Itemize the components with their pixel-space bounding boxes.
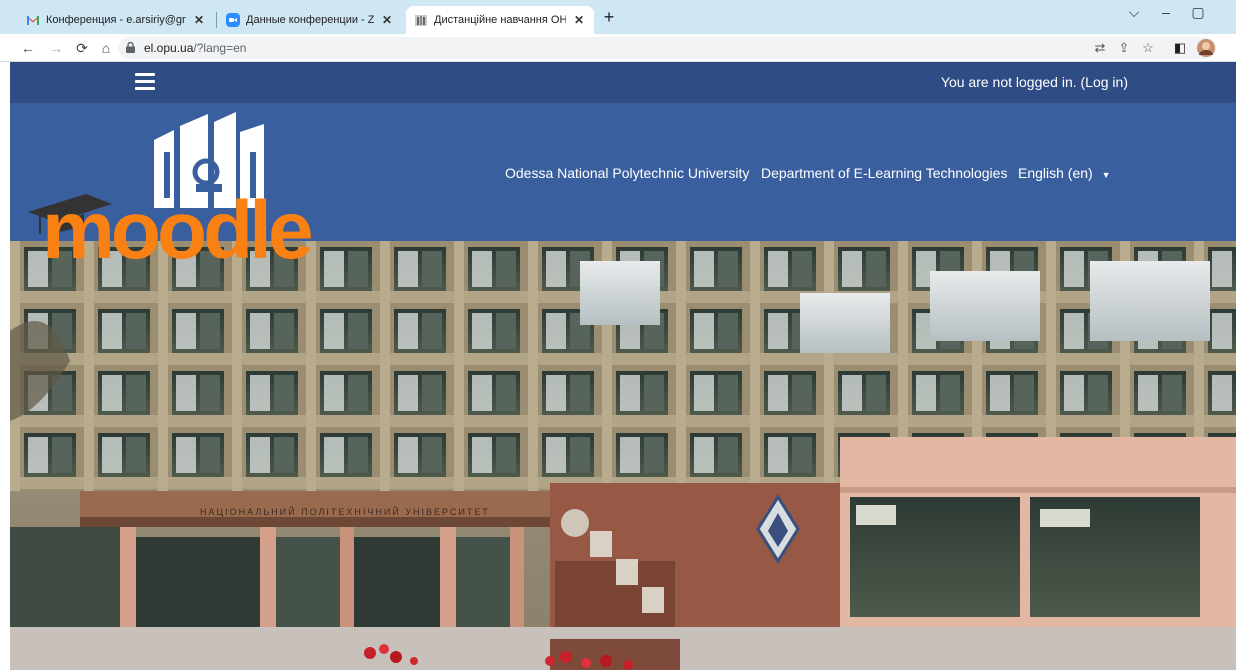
tab-gmail[interactable]: Конференция - e.arsiriy@gmail.c ✕	[18, 6, 214, 34]
tab-separator	[216, 12, 217, 28]
side-panel-icon[interactable]: ◧	[1170, 37, 1190, 59]
hamburger-menu-icon[interactable]	[135, 73, 155, 91]
moodle-favicon-icon	[414, 13, 428, 27]
maximize-window-icon[interactable]: ▢	[1184, 4, 1212, 21]
tab-zoom[interactable]: Данные конференции - Zoom ✕	[218, 6, 402, 34]
nav-link-university[interactable]: Odessa National Polytechnic University	[505, 165, 749, 181]
home-icon[interactable]: ⌂	[96, 38, 116, 58]
translate-icon[interactable]: ⇄	[1090, 37, 1110, 59]
tab-title: Конференция - e.arsiriy@gmail.c	[46, 14, 186, 26]
bookmark-star-icon[interactable]: ☆	[1138, 37, 1158, 59]
profile-avatar[interactable]	[1196, 37, 1216, 59]
nav-link-department[interactable]: Department of E-Learning Technologies	[761, 165, 1007, 181]
new-tab-button[interactable]: +	[598, 6, 620, 28]
moodle-top-navbar: You are not logged in. (Log in)	[10, 62, 1236, 103]
back-arrow-icon[interactable]: ←	[18, 38, 38, 58]
tab-title: Данные конференции - Zoom	[246, 14, 374, 26]
tab-title: Дистанційне навчання ОНПУ	[434, 14, 566, 26]
browser-tab-bar: Конференция - e.arsiriy@gmail.c ✕ Данные…	[0, 0, 1236, 34]
url-host: el.opu.ua	[144, 41, 194, 55]
share-icon[interactable]: ⇪	[1114, 37, 1134, 59]
campus-building-illustration: НАЦІОНАЛЬНИЙ ПОЛІТЕХНІЧНИЙ УНІВЕРСИТЕТ	[10, 241, 1236, 670]
site-logo[interactable]: moodle	[26, 108, 386, 276]
tab-search-chevron-icon[interactable]: ⌵	[1120, 4, 1148, 21]
close-tab-icon[interactable]: ✕	[192, 13, 206, 27]
url-path: /?lang=en	[193, 41, 247, 55]
login-status-link[interactable]: You are not logged in. (Log in)	[941, 74, 1128, 90]
minimize-window-icon[interactable]: –	[1152, 4, 1180, 20]
address-bar[interactable]: el.opu.ua/?lang=en	[118, 37, 1216, 59]
reload-icon[interactable]: ⟳	[72, 38, 92, 58]
tab-moodle-active[interactable]: Дистанційне навчання ОНПУ ✕	[406, 6, 594, 34]
zoom-icon	[226, 13, 240, 27]
language-label: English (en)	[1018, 165, 1093, 181]
close-tab-icon[interactable]: ✕	[572, 13, 586, 27]
close-tab-icon[interactable]: ✕	[380, 13, 394, 27]
svg-text:НАЦІОНАЛЬНИЙ ПОЛІТЕХНІЧНИЙ УНІ: НАЦІОНАЛЬНИЙ ПОЛІТЕХНІЧНИЙ УНІВЕРСИТЕТ	[200, 506, 490, 517]
lock-icon	[126, 42, 135, 53]
moodle-wordmark: moodle	[42, 185, 311, 264]
campus-building-photo: НАЦІОНАЛЬНИЙ ПОЛІТЕХНІЧНИЙ УНІВЕРСИТЕТ	[10, 241, 1236, 670]
url-text: el.opu.ua/?lang=en	[144, 40, 246, 56]
browser-toolbar: ← → ⟳ ⌂ el.opu.ua/?lang=en ⇄ ⇪ ☆ ◧	[0, 34, 1236, 62]
language-selector[interactable]: English (en) ▼	[1018, 165, 1111, 181]
onpu-moodle-logo: moodle	[28, 112, 315, 276]
gmail-icon	[26, 13, 40, 27]
caret-down-icon: ▼	[1101, 170, 1111, 180]
forward-arrow-icon[interactable]: →	[46, 38, 66, 58]
